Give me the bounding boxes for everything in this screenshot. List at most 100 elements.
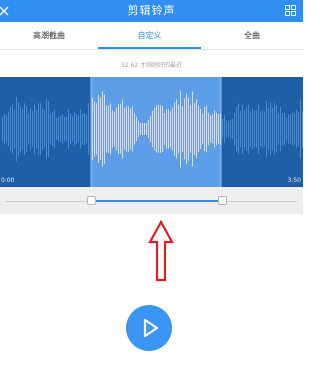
waveform-bar	[232, 118, 233, 140]
waveform-bar	[290, 114, 291, 144]
waveform-bar	[124, 107, 125, 151]
waveform-bar	[58, 116, 59, 142]
tab-bar: 高潮截曲 自定义 全曲	[0, 22, 303, 50]
waveform-bar	[72, 116, 73, 142]
waveform-editor[interactable]	[0, 77, 303, 187]
waveform-bar	[96, 103, 97, 155]
waveform-bar	[30, 108, 31, 150]
waveform-bar	[36, 109, 37, 149]
start-time-label: 0:00	[1, 177, 15, 184]
slider-selected-range	[91, 200, 222, 202]
waveform-bar	[264, 111, 265, 147]
tab-climax[interactable]: 高潮截曲	[0, 22, 98, 49]
waveform-bar	[156, 105, 157, 153]
waveform-bar	[32, 110, 33, 148]
waveform-bar	[270, 102, 271, 156]
waveform-bar	[112, 110, 113, 148]
waveform-bar	[274, 102, 275, 156]
waveform-bar	[250, 111, 251, 147]
waveform-bar	[12, 104, 13, 154]
end-handle[interactable]	[218, 196, 227, 205]
waveform-bar	[292, 112, 293, 146]
waveform-bar	[174, 102, 175, 156]
waveform-bar	[200, 108, 201, 150]
waveform-bar	[224, 115, 225, 143]
waveform-bar	[236, 106, 237, 152]
waveform-bar	[56, 117, 57, 141]
waveform-bar	[118, 104, 119, 154]
waveform-bar	[152, 110, 153, 148]
waveform-bar	[238, 103, 239, 155]
waveform-bar	[272, 107, 273, 151]
waveform-bar	[94, 101, 95, 157]
waveform-bar	[186, 93, 187, 165]
waveform-bar	[90, 109, 91, 149]
waveform-bar	[282, 112, 283, 146]
waveform-bar	[138, 120, 139, 138]
active-tab-indicator	[98, 47, 201, 49]
waveform-bar	[172, 107, 173, 151]
waveform-bar	[28, 113, 29, 145]
waveform-bar	[46, 98, 47, 160]
waveform-bar	[8, 111, 9, 147]
waveform-bar	[240, 110, 241, 148]
waveform-bar	[246, 106, 247, 152]
waveform-bar	[136, 116, 137, 142]
waveform-bar	[204, 106, 205, 152]
waveform-bar	[260, 111, 261, 147]
waveform-bar	[210, 115, 211, 143]
waveform-bar	[102, 91, 103, 167]
waveform[interactable]	[0, 77, 303, 187]
waveform-bar	[20, 105, 21, 153]
waveform-bar	[160, 105, 161, 153]
waveform-bar	[176, 99, 177, 159]
waveform-bar	[66, 116, 67, 142]
waveform-bar	[44, 110, 45, 148]
waveform-bar	[82, 113, 83, 145]
waveform-bar	[62, 114, 63, 144]
waveform-bar	[110, 103, 111, 155]
grid-icon[interactable]	[285, 5, 296, 16]
waveform-bar	[130, 108, 131, 150]
start-handle[interactable]	[87, 196, 96, 205]
waveform-bar	[6, 115, 7, 143]
selection-info: 32.62 才刚刚好的最近	[120, 62, 183, 69]
waveform-bar	[178, 104, 179, 154]
waveform-bar	[248, 104, 249, 154]
waveform-bar	[16, 96, 17, 162]
end-time-label: 3:50	[287, 177, 301, 184]
waveform-bar	[60, 115, 61, 143]
waveform-bar	[254, 110, 255, 148]
up-arrow-icon	[148, 220, 174, 282]
waveform-bar	[70, 113, 71, 145]
waveform-bar	[192, 91, 193, 167]
play-button[interactable]	[126, 305, 172, 351]
tab-custom[interactable]: 自定义	[98, 22, 201, 49]
waveform-bar	[78, 115, 79, 143]
waveform-bar	[74, 112, 75, 146]
waveform-bar	[194, 102, 195, 156]
waveform-bar	[302, 110, 303, 148]
tab-full-song[interactable]: 全曲	[201, 22, 303, 49]
waveform-bar	[268, 108, 269, 150]
waveform-bar	[244, 110, 245, 148]
waveform-bar	[288, 114, 289, 144]
waveform-bar	[218, 114, 219, 144]
waveform-bar	[148, 119, 149, 139]
waveform-bar	[34, 104, 35, 154]
waveform-bar	[252, 108, 253, 150]
waveform-bar	[18, 101, 19, 157]
waveform-bar	[120, 104, 121, 154]
waveform-bar	[226, 120, 227, 138]
waveform-bar	[146, 123, 147, 135]
waveform-bar	[114, 111, 115, 147]
waveform-bar	[188, 97, 189, 161]
waveform-bar	[184, 98, 185, 160]
waveform-bar	[256, 110, 257, 148]
waveform-bar	[262, 110, 263, 148]
waveform-bar	[230, 119, 231, 139]
waveform-bar	[180, 90, 181, 168]
waveform-bar	[242, 104, 243, 154]
waveform-bar	[22, 108, 23, 150]
waveform-bar	[38, 103, 39, 155]
